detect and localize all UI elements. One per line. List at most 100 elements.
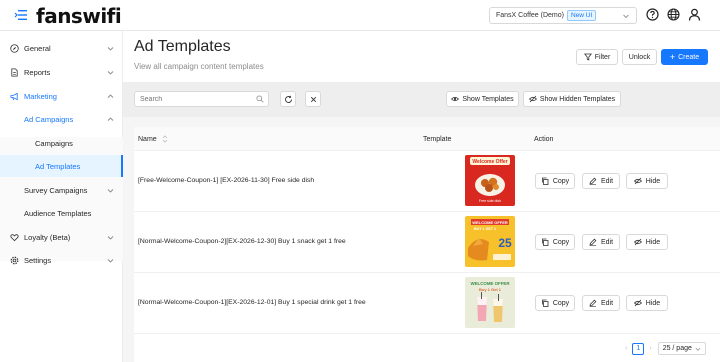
column-name-label: Name (138, 135, 157, 143)
store-select[interactable]: FansX Coffee (Demo) New UI (489, 7, 637, 24)
megaphone-icon (10, 92, 18, 100)
user-icon[interactable] (688, 8, 701, 21)
store-name: FansX Coffee (Demo) (496, 12, 564, 19)
next-page-icon[interactable]: › (649, 345, 651, 352)
create-button[interactable]: + Create (661, 49, 708, 65)
chevron-down-icon (107, 235, 114, 240)
chevron-down-icon (107, 46, 114, 51)
filter-button[interactable]: Filter (576, 49, 618, 65)
pagination: ‹ 1 › 25 / page (625, 342, 706, 355)
clear-button[interactable] (305, 91, 321, 107)
chevron-up-icon (107, 93, 114, 98)
refresh-icon (284, 95, 292, 103)
close-icon (310, 96, 316, 102)
create-label: Create (678, 53, 700, 61)
edit-button[interactable]: Edit (582, 295, 620, 311)
compass-icon (10, 43, 19, 53)
show-templates-button[interactable]: Show Templates (446, 91, 519, 107)
eye-slash-icon (633, 238, 642, 246)
eye-icon (451, 96, 460, 102)
column-header-name[interactable]: Name (138, 127, 168, 151)
sidebar-item-ad-templates[interactable]: Ad Templates (0, 155, 123, 177)
template-thumbnail[interactable]: Welcome Offer Free side dish (465, 155, 515, 206)
unlock-button[interactable]: Unlock (622, 49, 657, 65)
sidebar-item-loyalty[interactable]: Loyalty (Beta) (0, 226, 123, 248)
logo[interactable]: fanswifi (36, 4, 122, 28)
copy-label: Copy (552, 299, 570, 307)
thumbnail-title: WELCOME OFFER (470, 281, 510, 286)
page-title: Ad Templates (134, 38, 231, 55)
page-number-current[interactable]: 1 (632, 342, 645, 355)
sidebar-item-settings[interactable]: Settings (0, 249, 123, 271)
top-bar: fanswifi FansX Coffee (Demo) New UI (0, 0, 720, 31)
edit-button[interactable]: Edit (582, 234, 620, 250)
hide-button[interactable]: Hide (626, 295, 668, 311)
chevron-down-icon (623, 14, 629, 19)
search-input[interactable] (134, 91, 269, 107)
sidebar-item-survey-campaigns[interactable]: Survey Campaigns (0, 179, 123, 201)
menu-toggle-icon[interactable] (14, 9, 28, 21)
page-size-select[interactable]: 25 / page (657, 342, 706, 355)
chevron-up-icon (107, 116, 114, 121)
copy-button[interactable]: Copy (535, 173, 575, 189)
template-thumbnail[interactable]: WELCOME OFFER Buy 1 Get 1 (465, 277, 515, 328)
template-name: [Normal-Welcome-Coupon-2][EX-2026-12-30]… (138, 238, 346, 245)
hide-button[interactable]: Hide (626, 173, 668, 189)
new-ui-badge: New UI (566, 10, 597, 21)
table-row: [Normal-Welcome-Coupon-1][EX-2026-12-01]… (134, 273, 720, 334)
templates-table: Name Template Action [Free-Welcome-Coupo… (134, 127, 720, 362)
sidebar-item-general[interactable]: General (0, 37, 123, 59)
help-icon[interactable] (646, 8, 659, 21)
prev-page-icon[interactable]: ‹ (625, 345, 627, 352)
sidebar-item-reports[interactable]: Reports (0, 61, 123, 83)
eye-slash-icon (633, 177, 642, 185)
sort-icon[interactable] (162, 135, 168, 143)
thumbnail-subtitle: Buy 1 Get 1 (479, 287, 502, 292)
edit-button[interactable]: Edit (582, 173, 620, 189)
copy-button[interactable]: Copy (535, 234, 575, 250)
sidebar-item-label: Loyalty (Beta) (24, 232, 71, 242)
copy-icon (541, 238, 549, 246)
refresh-button[interactable] (280, 91, 296, 107)
buy1get1-snack-thumbnail-image: WELCOME OFFER BUY 1 GET 1 25 (465, 216, 515, 267)
filter-icon (583, 53, 592, 61)
template-thumbnail[interactable]: WELCOME OFFER BUY 1 GET 1 25 (465, 216, 515, 267)
hide-label: Hide (645, 299, 661, 307)
sidebar-item-label: Ad Campaigns (24, 114, 74, 124)
hide-button[interactable]: Hide (626, 234, 668, 250)
table-row: [Free-Welcome-Coupon-1] [EX-2026-11-30] … (134, 151, 720, 212)
copy-icon (541, 299, 549, 307)
sidebar-item-campaigns[interactable]: Campaigns (0, 132, 123, 154)
buy1get1-drink-thumbnail-image: WELCOME OFFER Buy 1 Get 1 (465, 277, 515, 328)
sidebar: General Reports Marketing Ad Campaigns C… (0, 31, 123, 362)
heart-icon (10, 233, 19, 241)
page-header: Ad Templates View all campaign content t… (123, 31, 720, 82)
copy-label: Copy (552, 238, 570, 246)
sidebar-item-label: Settings (24, 255, 52, 265)
page-subtitle: View all campaign content templates (134, 62, 264, 71)
eye-slash-icon (633, 299, 642, 307)
copy-label: Copy (552, 177, 570, 185)
sidebar-item-label: Reports (24, 67, 51, 77)
main-content: Ad Templates View all campaign content t… (123, 31, 720, 362)
thumbnail-subtitle: Free side dish (479, 199, 501, 203)
hide-label: Hide (645, 238, 661, 246)
table-row: [Normal-Welcome-Coupon-2][EX-2026-12-30]… (134, 212, 720, 273)
copy-button[interactable]: Copy (535, 295, 575, 311)
sidebar-item-label: Survey Campaigns (24, 185, 88, 195)
sidebar-item-audience-templates[interactable]: Audience Templates (0, 202, 123, 224)
gear-icon (10, 256, 19, 264)
thumbnail-subtitle: BUY 1 GET 1 (474, 227, 496, 231)
eye-slash-icon (528, 95, 537, 103)
sidebar-item-marketing[interactable]: Marketing (0, 85, 123, 107)
show-hidden-templates-button[interactable]: Show Hidden Templates (523, 91, 621, 107)
unlock-label: Unlock (628, 53, 651, 61)
sidebar-item-ad-campaigns[interactable]: Ad Campaigns (0, 108, 123, 130)
edit-label: Edit (600, 238, 614, 246)
page-size-label: 25 / page (662, 345, 692, 352)
filter-label: Filter (594, 53, 611, 61)
plus-icon: + (669, 52, 676, 62)
sidebar-item-label: Ad Templates (35, 161, 81, 171)
search-icon[interactable] (256, 95, 264, 103)
globe-icon[interactable] (667, 8, 680, 21)
